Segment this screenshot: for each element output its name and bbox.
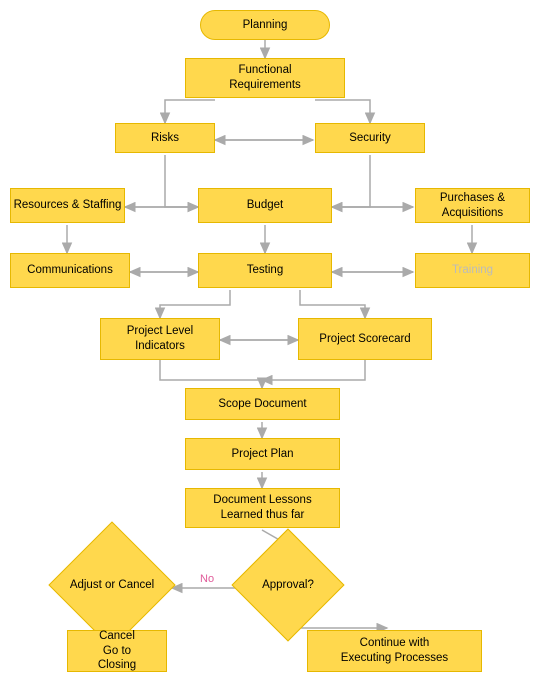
functional-label: FunctionalRequirements	[229, 63, 301, 93]
risks-node: Risks	[115, 123, 215, 153]
risks-label: Risks	[151, 131, 179, 146]
functional-node: FunctionalRequirements	[185, 58, 345, 98]
security-node: Security	[315, 123, 425, 153]
testing-label: Testing	[247, 263, 283, 278]
plan-label: Project Plan	[231, 447, 293, 462]
testing-node: Testing	[198, 253, 332, 288]
projlevel-node: Project LevelIndicators	[100, 318, 220, 360]
scope-node: Scope Document	[185, 388, 340, 420]
scorecard-node: Project Scorecard	[298, 318, 432, 360]
svg-text:No: No	[200, 573, 214, 585]
continue-label: Continue withExecuting Processes	[341, 636, 448, 666]
resources-label: Resources & Staffing	[14, 198, 122, 213]
cancelclosing-label: CancelGo toClosing	[98, 629, 136, 674]
purchases-node: Purchases &Acquisitions	[415, 188, 530, 223]
scope-label: Scope Document	[218, 397, 306, 412]
budget-node: Budget	[198, 188, 332, 223]
planning-node: Planning	[200, 10, 330, 40]
training-node: Training	[415, 253, 530, 288]
plan-node: Project Plan	[185, 438, 340, 470]
flowchart-diagram: No Yes Planning FunctionalRequirements R…	[0, 0, 557, 678]
lessons-label: Document LessonsLearned thus far	[213, 493, 311, 523]
approval-node: Approval?	[238, 545, 338, 625]
adjustcancel-node: Adjust or Cancel	[57, 545, 167, 625]
security-label: Security	[349, 131, 391, 146]
continue-node: Continue withExecuting Processes	[307, 630, 482, 672]
training-label: Training	[452, 263, 493, 278]
resources-node: Resources & Staffing	[10, 188, 125, 223]
lessons-node: Document LessonsLearned thus far	[185, 488, 340, 528]
communications-label: Communications	[27, 263, 113, 278]
cancelclosing-node: CancelGo toClosing	[67, 630, 167, 672]
approval-diamond	[231, 528, 344, 641]
planning-label: Planning	[243, 18, 288, 33]
scorecard-label: Project Scorecard	[319, 332, 410, 347]
projlevel-label: Project LevelIndicators	[127, 324, 193, 354]
budget-label: Budget	[247, 198, 283, 213]
purchases-label: Purchases &Acquisitions	[440, 191, 505, 221]
communications-node: Communications	[10, 253, 130, 288]
